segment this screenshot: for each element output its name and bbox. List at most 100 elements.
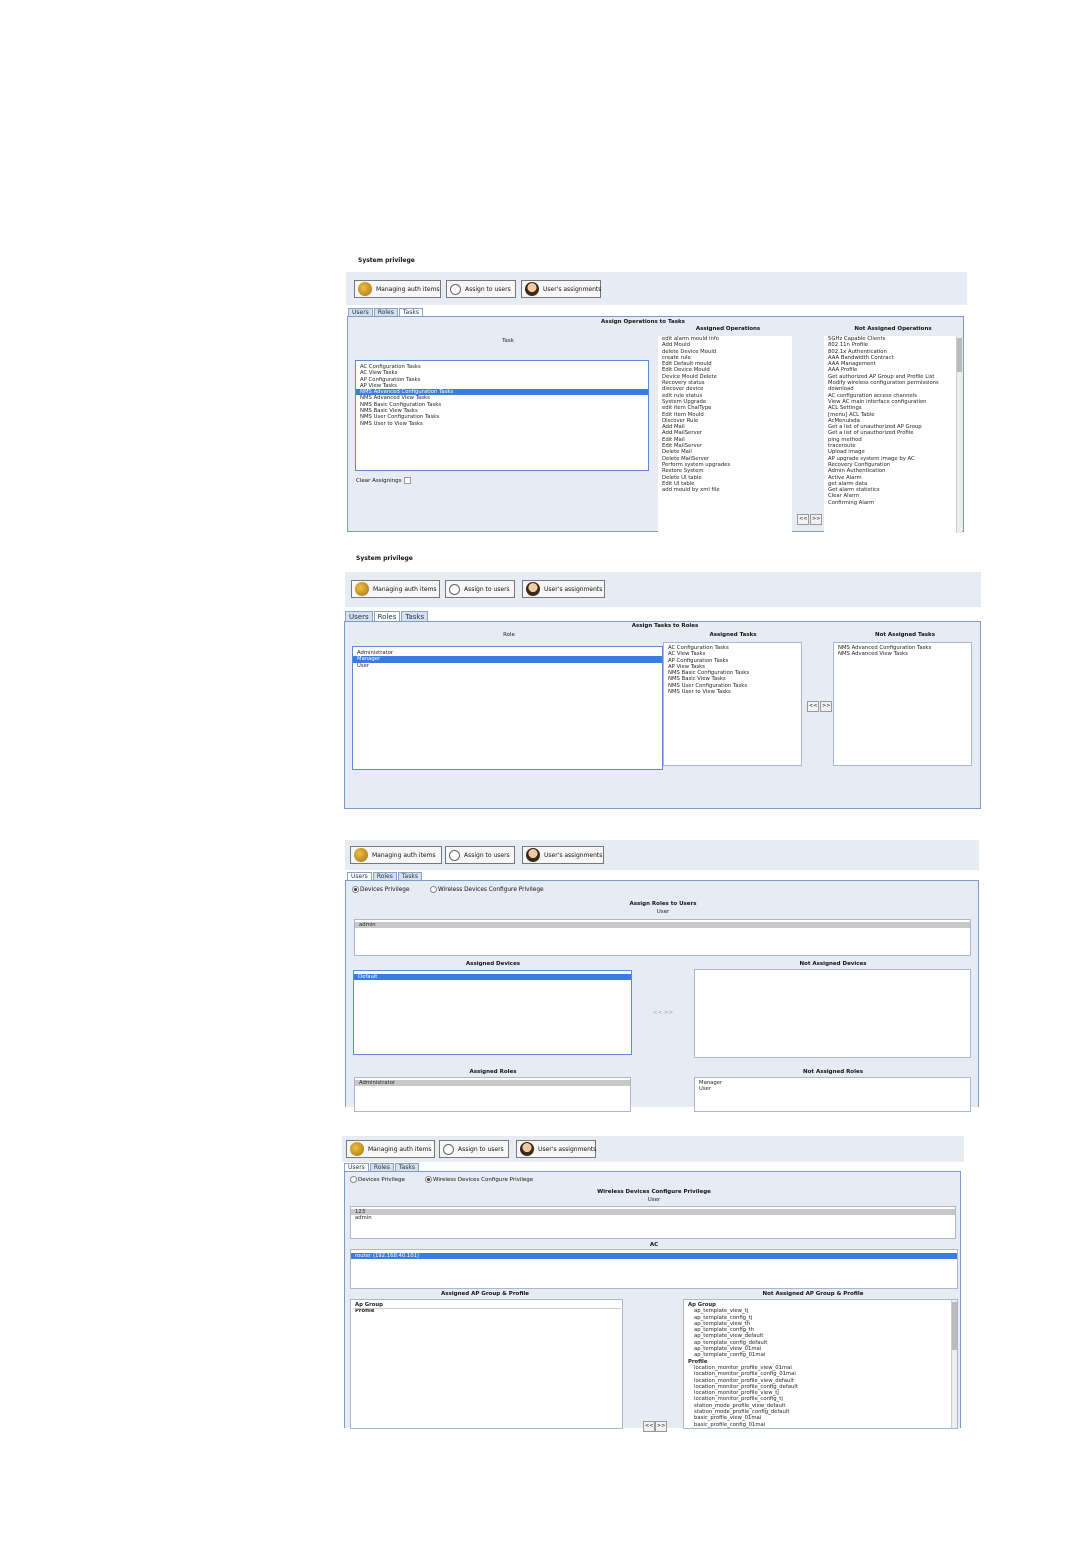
- wireless-privilege-radio[interactable]: Wireless Devices Configure Privilege: [425, 1176, 533, 1183]
- assign-to-users-button[interactable]: Assign to users: [445, 846, 515, 864]
- list-item[interactable]: router (192.168.40.101): [351, 1253, 957, 1260]
- radio-unselected: [430, 886, 437, 893]
- section3-panel: Devices Privilege Wireless Devices Confi…: [345, 880, 979, 1112]
- devices-privilege-radio[interactable]: Devices Privilege: [350, 1176, 405, 1183]
- role-list[interactable]: Administrator Manager User: [352, 646, 663, 770]
- wireless-privilege-radio[interactable]: Wireless Devices Configure Privilege: [430, 886, 544, 893]
- ac-list[interactable]: router (192.168.40.101): [350, 1249, 958, 1289]
- list-item[interactable]: User: [695, 1086, 970, 1092]
- users-assignments-button[interactable]: User's assignments: [516, 1140, 596, 1158]
- assign-to-users-button[interactable]: Assign to users: [445, 580, 515, 598]
- clear-assignings-checkbox[interactable]: [403, 477, 411, 484]
- not-assigned-ap-group-list[interactable]: Ap Group ap_template_view_tj ap_template_…: [683, 1299, 958, 1429]
- toolbar: Managing auth items Assign to users User…: [346, 272, 967, 305]
- not-assigned-devices-header: Not Assigned Devices: [799, 961, 867, 967]
- managing-auth-items-button[interactable]: Managing auth items: [346, 1140, 435, 1158]
- not-assigned-operations-header: Not Assigned Operations: [854, 326, 932, 332]
- ac-header: AC: [649, 1242, 659, 1248]
- move-left-button[interactable]: <<: [807, 701, 820, 712]
- assigned-tasks-list[interactable]: AC Configuration Tasks AC View Tasks AP Co…: [663, 642, 802, 766]
- user-avatar-icon: [525, 282, 539, 296]
- list-item[interactable]: admin: [355, 922, 970, 929]
- move-right-button[interactable]: >>: [820, 701, 833, 712]
- user-avatar-icon: [526, 582, 540, 596]
- scrollbar[interactable]: [951, 1300, 957, 1428]
- radio-unselected: [350, 1176, 357, 1183]
- list-item[interactable]: Administrator: [355, 1080, 630, 1087]
- list-item[interactable]: Default: [354, 974, 631, 981]
- assigned-ap-group-list[interactable]: Ap Group Profile: [350, 1299, 623, 1429]
- scrollbar-thumb[interactable]: [957, 338, 962, 372]
- managing-auth-items-button[interactable]: Managing auth items: [350, 846, 442, 864]
- assigned-devices-header: Assigned Devices: [465, 961, 521, 967]
- move-buttons[interactable]: << >>: [653, 1010, 673, 1016]
- managing-auth-items-button[interactable]: Managing auth items: [351, 580, 440, 598]
- list-item[interactable]: Confirming Alarm: [824, 500, 962, 506]
- assign-to-users-button[interactable]: Assign to users: [446, 280, 516, 298]
- list-item[interactable]: NMS Advanced View Tasks: [834, 651, 971, 657]
- list-item[interactable]: NMS User to View Tasks: [664, 689, 801, 695]
- list-item[interactable]: admin: [351, 1215, 955, 1221]
- assigned-ap-group-header: Assigned AP Group & Profile: [440, 1291, 530, 1297]
- assigned-tasks-header: Assigned Tasks: [709, 632, 757, 638]
- scrollbar[interactable]: [956, 336, 962, 533]
- task-list[interactable]: AC Configuration Tasks AC View Tasks AP Co…: [355, 360, 649, 471]
- assigned-roles-header: Assigned Roles: [469, 1069, 517, 1075]
- clear-assignings[interactable]: Clear Assignings: [356, 477, 411, 484]
- user-header: User: [656, 909, 670, 915]
- radio-selected: [425, 1176, 432, 1183]
- section1-panel: Assign Operations to Tasks Assigned Oper…: [347, 316, 964, 533]
- list-item[interactable]: User: [353, 663, 662, 669]
- toolbar: Managing auth items Assign to users User…: [342, 1136, 964, 1162]
- assigned-operations-header: Assigned Operations: [695, 326, 761, 332]
- magnifier-icon: [449, 583, 460, 595]
- user-avatar-icon: [526, 848, 540, 862]
- section2-panel: Assign Tasks to Roles Role Assigned Task…: [344, 621, 981, 809]
- radio-selected: [352, 886, 359, 893]
- assigned-operations-list[interactable]: edit alarm mould info Add Mould delete Dev…: [658, 336, 792, 533]
- task-header: Task: [502, 338, 514, 344]
- not-assigned-tasks-list[interactable]: NMS Advanced Configuration Tasks NMS Adva…: [833, 642, 972, 766]
- role-header: Role: [503, 632, 515, 638]
- not-assigned-devices-list[interactable]: [694, 969, 971, 1058]
- managing-auth-items-button[interactable]: Managing auth items: [354, 280, 441, 298]
- move-left-button[interactable]: <<: [643, 1421, 656, 1432]
- user-list[interactable]: 123 admin: [350, 1206, 956, 1239]
- toolbar: Managing auth items Assign to users User…: [345, 840, 979, 870]
- toolbar: Managing auth items Assign to users User…: [345, 572, 981, 607]
- magnifier-icon: [443, 1143, 454, 1155]
- assigned-roles-list[interactable]: Administrator: [354, 1077, 631, 1112]
- user-header: User: [647, 1197, 661, 1203]
- not-assigned-tasks-header: Not Assigned Tasks: [874, 632, 935, 638]
- user-avatar-icon: [520, 1142, 534, 1156]
- section4-panel: Devices Privilege Wireless Devices Confi…: [344, 1171, 961, 1432]
- gear-people-icon: [358, 282, 372, 296]
- list-item[interactable]: add mould by xml file: [658, 487, 792, 493]
- users-assignments-button[interactable]: User's assignments: [522, 846, 604, 864]
- section-heading: Assign Roles to Users: [629, 901, 697, 907]
- list-item[interactable]: NMS User to View Tasks: [356, 421, 648, 427]
- section-heading: Assign Tasks to Roles: [631, 623, 699, 629]
- gear-people-icon: [355, 582, 369, 596]
- users-assignments-button[interactable]: User's assignments: [522, 580, 605, 598]
- not-assigned-roles-list[interactable]: Manager User: [694, 1077, 971, 1112]
- magnifier-icon: [449, 849, 460, 861]
- assigned-devices-list[interactable]: Default: [353, 970, 632, 1055]
- not-assigned-operations-list[interactable]: 5GHz Capable Clients 802.11n Profile 802.1…: [824, 336, 962, 533]
- gear-people-icon: [354, 848, 368, 862]
- users-assignments-button[interactable]: User's assignments: [521, 280, 601, 298]
- move-right-button[interactable]: >>: [655, 1421, 668, 1432]
- devices-privilege-radio[interactable]: Devices Privilege: [352, 886, 410, 893]
- assign-to-users-button[interactable]: Assign to users: [439, 1140, 509, 1158]
- not-assigned-roles-header: Not Assigned Roles: [803, 1069, 863, 1075]
- not-assigned-ap-group-header: Not Assigned AP Group & Profile: [762, 1291, 864, 1297]
- magnifier-icon: [450, 283, 461, 295]
- list-item[interactable]: basic_profile_view_default: [684, 1428, 957, 1429]
- move-left-button[interactable]: <<: [797, 514, 810, 525]
- section2-title: System privilege: [356, 555, 413, 562]
- divider: [353, 1308, 621, 1309]
- user-list[interactable]: admin: [354, 919, 971, 956]
- section1-title: System privilege: [358, 257, 415, 264]
- move-right-button[interactable]: >>: [810, 514, 823, 525]
- scrollbar-thumb[interactable]: [952, 1302, 957, 1350]
